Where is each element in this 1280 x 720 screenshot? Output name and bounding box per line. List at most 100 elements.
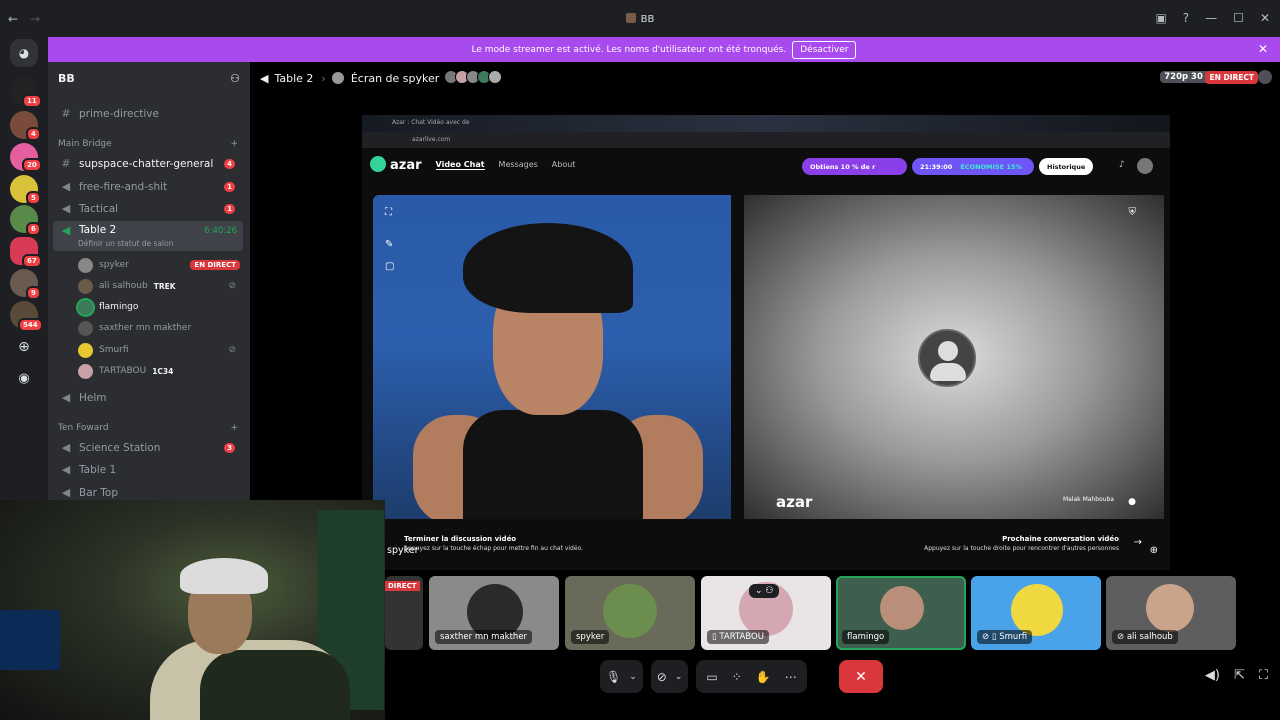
nav-about[interactable]: About [552,160,576,169]
url-text[interactable]: azarlive.com [412,136,450,143]
avatar [330,71,345,85]
live-badge: EN DIRECT [1205,71,1258,84]
add-channel-icon[interactable]: + [230,423,238,433]
add-channel-icon[interactable]: + [230,139,238,149]
volume-icon[interactable]: ◀) [1205,668,1220,683]
filter-icon[interactable]: ✎ [385,239,393,250]
avatar [1146,584,1194,632]
help-icon[interactable]: ? [1183,11,1189,25]
channel-free-fire-and-shit[interactable]: ◀ free-fire-and-shit 1 [53,176,243,197]
local-camera-feed: ⛶ ✎ ▢ [373,195,731,519]
activities-icon[interactable]: ⁘ [732,670,742,684]
screen-share-view[interactable]: Azar : Chat Vidéo avec de azarlive.com a… [362,115,1170,570]
minimize-icon[interactable]: — [1205,11,1217,25]
participant-tile-partial[interactable]: DIRECT [385,576,423,650]
speaker-icon: ◀ [61,202,71,215]
tile-menu-icon[interactable]: ⌄ ⚇ [749,584,780,598]
tile-name: ali salhoub [1126,632,1173,642]
voice-user-tartabou[interactable]: TARTABOU 1C34 [78,361,240,381]
profile-avatar[interactable] [1137,158,1153,174]
chevron-down-icon[interactable]: ⌄ [629,672,637,682]
add-server-icon[interactable]: ⊕ [10,333,38,361]
shield-icon[interactable]: ⛨ [1129,207,1137,218]
channel-prime-directive[interactable]: # prime-directive [53,103,243,124]
unread-badge: 3 [224,442,235,453]
participant-tile-ali-salhoub[interactable]: ⊘ ali salhoub [1106,576,1236,650]
channel-supspace-chatter-general[interactable]: # supspace-chatter-general 4 [53,153,243,174]
participant-tile-saxther[interactable]: saxther mn makther [429,576,559,650]
discover-icon[interactable]: ◉ [10,365,38,393]
inbox-icon[interactable]: ▣ [1155,11,1166,25]
soundboard-icon[interactable]: ✋ [756,670,771,684]
history-button[interactable]: Historique [1039,158,1094,175]
voice-user-smurfi[interactable]: Smurfi ⊘ [78,340,240,360]
nav-messages[interactable]: Messages [499,160,538,169]
voice-user-ali-salhoub[interactable]: ali salhoub TREK ⊘ [78,276,240,296]
unread-badge: 4 [224,158,235,169]
sticker-icon[interactable]: ▢ [385,261,394,272]
separator: › [321,71,326,85]
add-member-icon[interactable]: ⚇ [230,72,240,85]
expand-icon[interactable]: ⛶ [385,207,392,218]
promo-pill[interactable]: Obtiens 10 % de r [802,158,907,175]
more-options-icon[interactable]: ⋯ [785,670,797,684]
disable-streamer-mode-button[interactable]: Désactiver [792,40,857,59]
participant-tile-spyker[interactable]: spyker [565,576,695,650]
viewer-avatars[interactable] [444,69,503,87]
speaker-icon: ◀ [260,71,269,85]
server-header[interactable]: BB ⚇ [48,62,250,94]
server-badge: 4 [26,127,41,141]
disconnect-button[interactable]: ✕ [839,660,883,693]
channel-science-station[interactable]: ◀ Science Station 3 [53,437,243,458]
audio-controls: 🎙 ⌄ [600,660,643,693]
screen-share-icon[interactable]: ▭ [706,670,717,684]
avatar [1011,584,1063,636]
voice-user-flamingo[interactable]: flamingo [78,297,240,317]
voice-user-saxther[interactable]: saxther mn makther [78,318,240,338]
close-icon[interactable]: ✕ [1260,11,1270,25]
streamer-mode-banner: Le mode streamer est activé. Les noms d'… [48,37,1280,62]
channel-table-1[interactable]: ◀ Table 1 [53,459,243,480]
server-icon [625,13,636,23]
muted-icon: ⊘ [228,345,236,355]
call-channel-name[interactable]: Table 2 [274,72,313,85]
channel-tactical[interactable]: ◀ Tactical 1 [53,198,243,219]
muted-icon: ⊘ [1117,632,1127,642]
channel-label: Tactical [79,202,119,215]
channel-status[interactable]: Définir un statut de salon [78,239,173,248]
notifications-icon[interactable]: ♪ [1119,160,1125,170]
timer-pill[interactable]: 21:39:00 ÉCONOMISE 15% [912,158,1034,175]
channel-helm[interactable]: ◀ Helm [53,387,243,408]
nav-video-chat[interactable]: Video Chat [435,160,485,170]
chevron-down-icon[interactable]: ⌄ [675,672,683,682]
participant-tile-smurfi[interactable]: ⊘ ▯ Smurfi [971,576,1101,650]
live-badge: EN DIRECT [190,260,240,270]
azar-header: azar Video Chat Messages About [370,156,575,173]
channel-bar-top[interactable]: ◀ Bar Top [53,482,243,500]
browser-tab[interactable]: Azar : Chat Vidéo avec de [392,119,470,126]
participant-tile-flamingo[interactable]: flamingo [836,576,966,650]
participant-tile-tartabou[interactable]: ⌄ ⚇ ▯ TARTABOU [701,576,831,650]
home-discord-icon[interactable]: ◕ [10,39,38,67]
avatar [603,584,657,638]
category-main-bridge[interactable]: Main Bridge + [58,139,238,149]
tile-label: saxther mn makther [435,630,533,644]
zoom-icon[interactable]: ⊕ [1150,545,1158,556]
channel-label: prime-directive [79,107,159,120]
camera-off-icon[interactable]: ⊘ [657,670,667,684]
next-arrow-icon[interactable]: → [1134,537,1142,548]
maximize-icon[interactable]: ☐ [1233,11,1244,25]
voice-user-spyker[interactable]: spyker EN DIRECT [78,255,240,275]
close-banner-icon[interactable]: ✕ [1258,42,1268,56]
channel-label: Science Station [79,441,161,454]
category-ten-foward[interactable]: Ten Foward + [58,423,238,433]
fullscreen-icon[interactable]: ⛶ [1259,668,1268,683]
microphone-icon[interactable]: 🎙 [606,670,621,684]
popout-icon[interactable]: ⇱ [1234,668,1245,683]
more-icon[interactable]: ● [1128,497,1136,507]
chat-icon[interactable] [1258,70,1272,84]
activity-controls: ▭ ⁘ ✋ ⋯ [696,660,807,693]
speaker-icon: ◀ [61,463,71,476]
browser-tab-bar: Azar : Chat Vidéo avec de [362,115,1170,132]
channel-table-2[interactable]: ◀ Table 2 6:40:26 Définir un statut de s… [53,221,243,251]
